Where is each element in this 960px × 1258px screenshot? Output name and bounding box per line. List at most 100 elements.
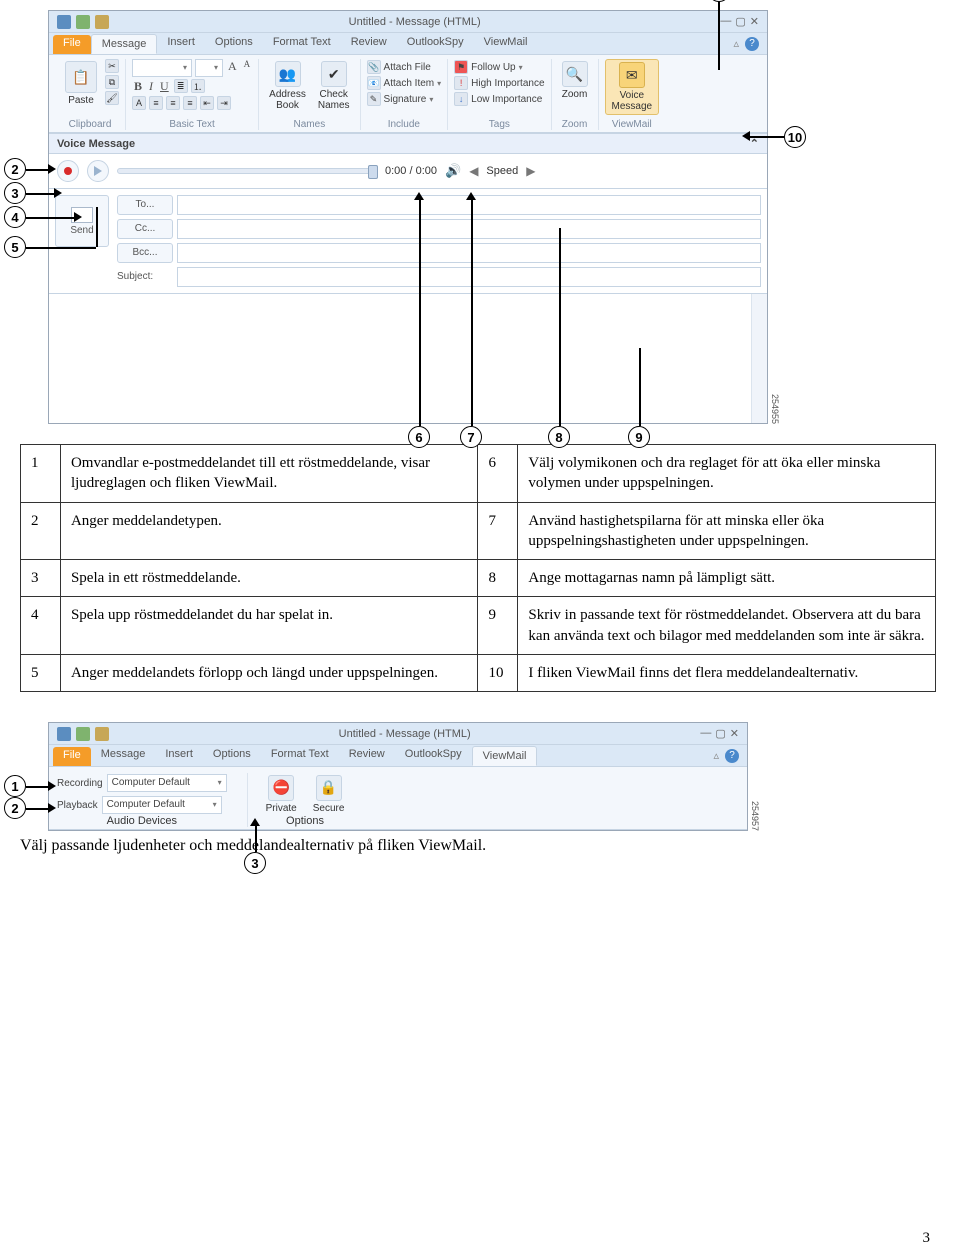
tab-viewmail[interactable]: ViewMail — [474, 33, 538, 54]
recording-device-dropdown[interactable]: Computer Default▾ — [107, 774, 227, 792]
align-center-icon[interactable]: ≡ — [166, 96, 180, 110]
ribbon-group-include: 📎Attach File 📧Attach Item▾ ✎Signature▾ I… — [361, 59, 449, 130]
address-book-label: Address Book — [269, 89, 306, 111]
font-name-dropdown[interactable]: ▾ — [132, 59, 192, 77]
bold-button[interactable]: B — [132, 79, 144, 94]
message-body[interactable] — [49, 293, 767, 423]
high-importance-button[interactable]: !High Importance — [454, 75, 544, 91]
check-names-button[interactable]: ✔ Check Names — [314, 59, 354, 113]
tab-options[interactable]: Options — [205, 33, 263, 54]
minimize-icon[interactable]: — — [700, 727, 711, 740]
signature-button[interactable]: ✎Signature▾ — [367, 91, 442, 107]
paste-button[interactable]: 📋 Paste — [61, 59, 101, 108]
tab-message[interactable]: Message — [91, 34, 158, 54]
private-button[interactable]: ⛔ Private — [262, 773, 301, 816]
ribbon-viewmail: Recording Computer Default▾ Playback Com… — [49, 767, 747, 830]
voice-message-header-label: Voice Message — [57, 138, 135, 150]
redo-icon[interactable] — [95, 727, 109, 741]
format-painter-icon[interactable]: 🖌 — [105, 91, 119, 105]
attach-file-icon: 📎 — [367, 60, 381, 74]
indent-increase-icon[interactable]: ⇥ — [217, 96, 231, 110]
time-display: 0:00 / 0:00 — [385, 165, 437, 177]
callout-4: 4 — [4, 206, 26, 228]
slider-knob[interactable] — [368, 165, 378, 179]
close-icon[interactable]: ✕ — [730, 727, 739, 740]
legend-num: 3 — [21, 560, 61, 597]
close-icon[interactable]: ✕ — [750, 15, 759, 28]
redo-icon[interactable] — [95, 15, 109, 29]
font-color-icon[interactable]: A — [132, 96, 146, 110]
increase-font-icon[interactable]: A — [226, 59, 239, 77]
tab-insert[interactable]: Insert — [157, 33, 205, 54]
playback-device-dropdown[interactable]: Computer Default▾ — [102, 796, 222, 814]
collapse-ribbon-icon[interactable]: ▵ — [713, 749, 719, 762]
tab-insert[interactable]: Insert — [155, 745, 203, 766]
collapse-ribbon-icon[interactable]: ▵ — [733, 37, 739, 50]
tab-viewmail[interactable]: ViewMail — [472, 746, 538, 766]
tab-outlookspy[interactable]: OutlookSpy — [395, 745, 472, 766]
attach-item-button[interactable]: 📧Attach Item▾ — [367, 75, 442, 91]
maximize-icon[interactable]: ▢ — [715, 727, 725, 740]
collapse-icon[interactable]: ⌃ — [750, 137, 759, 150]
cut-icon[interactable]: ✂ — [105, 59, 119, 73]
play-button[interactable] — [87, 160, 109, 182]
tab-options[interactable]: Options — [203, 745, 261, 766]
speed-decrease-icon[interactable]: ◀ — [469, 164, 478, 178]
scrollbar[interactable] — [751, 294, 767, 423]
help-icon[interactable]: ? — [745, 37, 759, 51]
undo-icon[interactable] — [76, 727, 90, 741]
progress-slider[interactable] — [117, 168, 377, 174]
legend-num: 8 — [478, 560, 518, 597]
minimize-icon[interactable]: — — [720, 15, 731, 28]
tab-review[interactable]: Review — [339, 745, 395, 766]
play-icon — [94, 166, 102, 176]
secure-button[interactable]: 🔒 Secure — [309, 773, 349, 816]
subject-field[interactable] — [177, 267, 761, 287]
save-icon[interactable] — [57, 727, 71, 741]
bullets-icon[interactable]: ≣ — [174, 79, 188, 93]
maximize-icon[interactable]: ▢ — [735, 15, 745, 28]
align-right-icon[interactable]: ≡ — [183, 96, 197, 110]
image-id-label-2: 254957 — [750, 801, 760, 831]
tab-review[interactable]: Review — [341, 33, 397, 54]
voice-message-button[interactable]: ✉ Voice Message — [605, 59, 660, 115]
indent-decrease-icon[interactable]: ⇤ — [200, 96, 214, 110]
cc-button[interactable]: Cc... — [117, 219, 173, 239]
tab-message[interactable]: Message — [91, 745, 156, 766]
font-size-dropdown[interactable]: ▾ — [195, 59, 223, 77]
italic-button[interactable]: I — [147, 79, 155, 94]
address-book-button[interactable]: 👥 Address Book — [265, 59, 310, 113]
decrease-font-icon[interactable]: A — [242, 59, 253, 77]
legend-text: Skriv in passande text för röstmeddeland… — [518, 597, 936, 655]
tab-file[interactable]: File — [53, 35, 91, 54]
screenshot-viewmail-tab: Untitled - Message (HTML) — ▢ ✕ File Mes… — [48, 722, 748, 831]
bcc-button[interactable]: Bcc... — [117, 243, 173, 263]
save-icon[interactable] — [57, 15, 71, 29]
speed-increase-icon[interactable]: ▶ — [526, 164, 535, 178]
follow-up-button[interactable]: ⚑Follow Up▾ — [454, 59, 544, 75]
align-left-icon[interactable]: ≡ — [149, 96, 163, 110]
zoom-button[interactable]: 🔍 Zoom — [558, 59, 592, 102]
cc-field[interactable] — [177, 219, 761, 239]
tab-file[interactable]: File — [53, 747, 91, 766]
volume-icon[interactable]: 🔊 — [445, 163, 461, 179]
to-button[interactable]: To... — [117, 195, 173, 215]
ribbon-group-options: ⛔ Private 🔒 Secure Options — [247, 773, 349, 827]
attach-file-button[interactable]: 📎Attach File — [367, 59, 442, 75]
tab-format-text[interactable]: Format Text — [263, 33, 341, 54]
numbering-icon[interactable]: ⒈ — [191, 79, 205, 93]
legend-text: Anger meddelandetypen. — [60, 502, 477, 560]
ribbon-group-names: 👥 Address Book ✔ Check Names Names — [259, 59, 360, 130]
record-button[interactable] — [57, 160, 79, 182]
tab-outlookspy[interactable]: OutlookSpy — [397, 33, 474, 54]
bcc-field[interactable] — [177, 243, 761, 263]
voice-message-header[interactable]: Voice Message ⌃ — [49, 133, 767, 153]
legend-num: 6 — [478, 445, 518, 503]
undo-icon[interactable] — [76, 15, 90, 29]
help-icon[interactable]: ? — [725, 749, 739, 763]
tab-format-text[interactable]: Format Text — [261, 745, 339, 766]
copy-icon[interactable]: ⧉ — [105, 75, 119, 89]
underline-button[interactable]: U — [158, 79, 171, 94]
low-importance-button[interactable]: ↓Low Importance — [454, 91, 544, 107]
send-button[interactable]: Send — [55, 195, 109, 247]
